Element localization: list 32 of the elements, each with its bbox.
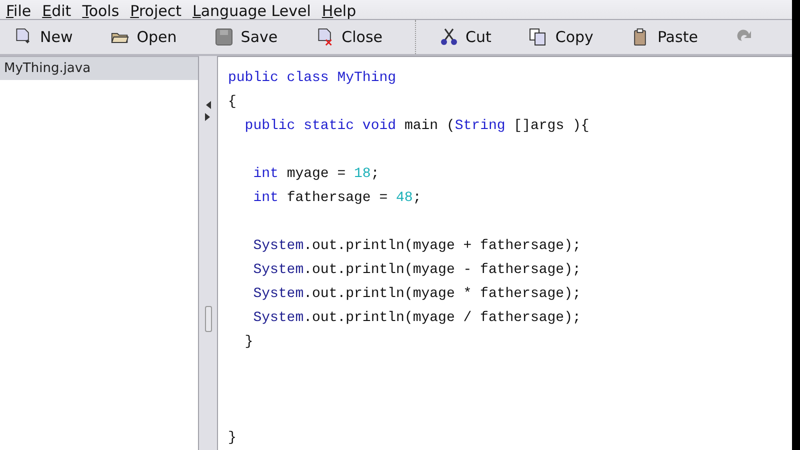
code-line: int myage = 18; bbox=[252, 165, 380, 184]
menu-item[interactable]: Edit bbox=[42, 1, 72, 19]
toolbar-button[interactable]: Save bbox=[208, 24, 284, 50]
close-file-icon bbox=[316, 28, 334, 46]
code-editor[interactable] bbox=[217, 56, 792, 450]
code-line: System.out.println(myage + fathersage); bbox=[252, 237, 582, 256]
toolbar-button[interactable]: Paste bbox=[625, 24, 704, 50]
code-line: public class MyThing bbox=[228, 69, 398, 88]
code-line: { bbox=[228, 93, 238, 112]
splitter-handle[interactable] bbox=[204, 306, 212, 332]
menu-item[interactable]: Project bbox=[130, 1, 182, 19]
code-line: } bbox=[244, 333, 254, 352]
toolbar-button[interactable]: Open bbox=[104, 24, 183, 50]
scissors-icon bbox=[440, 28, 458, 46]
menu-item[interactable]: Tools bbox=[82, 1, 120, 19]
code-line: System.out.println(myage / fathersage); bbox=[252, 309, 582, 328]
menu-item[interactable]: File bbox=[6, 1, 32, 19]
new-file-icon bbox=[14, 28, 32, 46]
toolbar-button[interactable]: New bbox=[8, 24, 79, 50]
code-line: int fathersage = 48; bbox=[252, 189, 422, 208]
toolbar-button[interactable]: Copy bbox=[523, 24, 600, 50]
menu-item[interactable]: Help bbox=[322, 1, 356, 19]
code-line: System.out.println(myage * fathersage); bbox=[252, 285, 582, 304]
code-line: } bbox=[228, 429, 238, 448]
code-line: System.out.println(myage - fathersage); bbox=[252, 261, 582, 280]
collapse-arrows-icon[interactable] bbox=[205, 101, 211, 121]
copy-icon bbox=[529, 28, 548, 46]
toolbar-button[interactable]: Cut bbox=[434, 24, 498, 50]
menu-item[interactable]: Language Level bbox=[192, 1, 311, 19]
toolbar-button[interactable]: Close bbox=[310, 24, 388, 50]
file-list-item[interactable]: MyThing.java bbox=[0, 57, 198, 80]
code-line: public static void main (String []args ){ bbox=[244, 117, 590, 136]
